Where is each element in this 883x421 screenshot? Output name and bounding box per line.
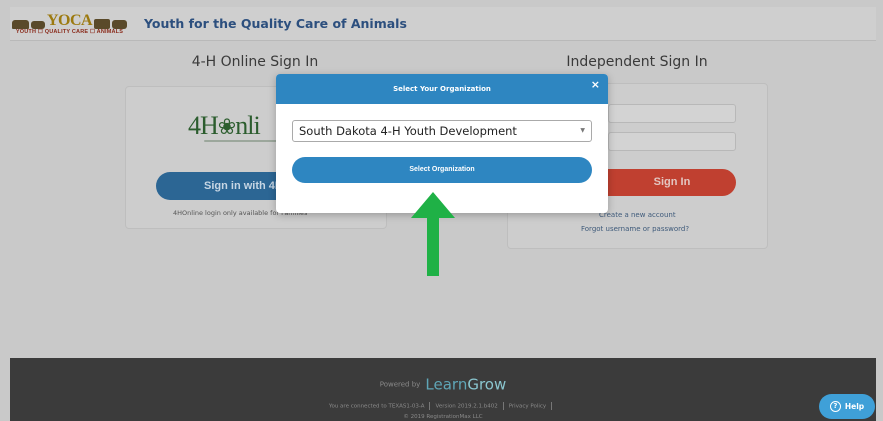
site-footer: Powered by LearnGrow You are connected t… (10, 358, 876, 421)
annotation-arrow-icon (411, 192, 455, 276)
create-account-link[interactable]: Create a new account (599, 211, 676, 219)
cow-icon (12, 20, 30, 29)
powered-by: Powered by LearnGrow (379, 375, 507, 394)
clover-icon: ❀ (217, 114, 236, 139)
horse-icon (94, 19, 111, 29)
selected-organization: South Dakota 4-H Youth Development (299, 124, 517, 138)
site-title[interactable]: Youth for the Quality Care of Animals (144, 16, 407, 31)
independent-signin-title: Independent Sign In (566, 54, 708, 70)
password-field[interactable] (608, 132, 736, 151)
version-info: Version 2019.2.1.b402 (435, 403, 498, 410)
logo-tagline: YOUTH ☐ QUALITY CARE ☐ ANIMALS (15, 29, 124, 35)
fourh-signin-title: 4-H Online Sign In (191, 54, 319, 70)
select-organization-button[interactable]: Select Organization (292, 157, 592, 183)
learngrow-logo-grow: Grow (467, 375, 507, 394)
yoca-logo[interactable]: YOCA YOUTH ☐ QUALITY CARE ☐ ANIMALS (12, 10, 127, 38)
help-button[interactable]: ? Help (819, 394, 875, 419)
connection-info: You are connected to TEXAS1-03-A (328, 403, 425, 410)
chevron-down-icon: ▼ (580, 127, 585, 134)
copyright: © 2019 RegistrationMax LLC (403, 414, 483, 420)
modal-title: Select Your Organization (393, 85, 491, 93)
sheep-icon (31, 21, 45, 29)
organization-select[interactable]: South Dakota 4-H Youth Development ▼ (292, 120, 592, 142)
goat-icon (112, 20, 127, 29)
logo-word: YOCA (46, 12, 93, 29)
forgot-password-link[interactable]: Forgot username or password? (581, 225, 689, 233)
help-icon: ? (829, 401, 841, 412)
username-field[interactable] (608, 104, 736, 123)
site-header: YOCA YOUTH ☐ QUALITY CARE ☐ ANIMALS Yout… (10, 7, 876, 41)
modal-header: Select Your Organization × (276, 74, 608, 104)
fourh-online-logo: 4H❀nli (188, 111, 261, 140)
close-icon[interactable]: × (591, 79, 600, 91)
privacy-policy-link[interactable]: Privacy Policy (509, 404, 546, 410)
learngrow-logo-learn: Learn (425, 375, 468, 394)
footer-info: You are connected to TEXAS1-03-A Version … (10, 402, 876, 410)
